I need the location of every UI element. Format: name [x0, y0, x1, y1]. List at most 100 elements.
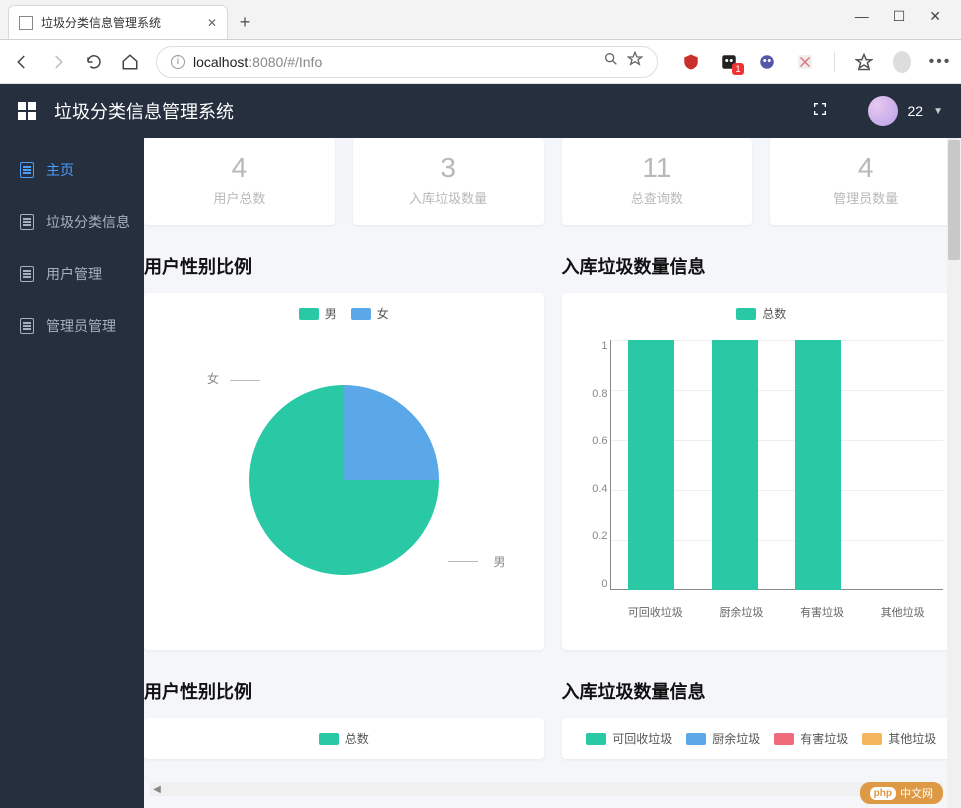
chart-legend: 总数 — [570, 305, 954, 322]
browser-tab-strip: 垃圾分类信息管理系统 ✕ + — ☐ ✕ — [0, 0, 961, 40]
window-close-icon[interactable]: ✕ — [929, 8, 941, 25]
window-controls: — ☐ ✕ — [855, 8, 961, 39]
document-icon — [20, 266, 34, 282]
legend-item[interactable]: 厨余垃圾 — [686, 730, 760, 747]
tab-title: 垃圾分类信息管理系统 — [41, 14, 161, 31]
chart-legend: 可回收垃圾 厨余垃圾 有害垃圾 其他垃圾 — [570, 730, 954, 747]
app-title: 垃圾分类信息管理系统 — [54, 98, 234, 124]
sidebar-item-user-mgmt[interactable]: 用户管理 — [0, 248, 144, 300]
site-info-icon[interactable]: i — [171, 55, 185, 69]
app-header: 垃圾分类信息管理系统 22 ▼ — [0, 84, 961, 138]
watermark-brand: php — [870, 787, 896, 800]
favorites-button[interactable] — [855, 53, 873, 71]
url-input[interactable]: i localhost:8080/#/Info — [156, 46, 658, 78]
url-text: localhost:8080/#/Info — [193, 54, 322, 70]
stats-row: 4 用户总数 3 入库垃圾数量 11 总查询数 4 管理员数量 — [144, 138, 961, 243]
tab-close-icon[interactable]: ✕ — [207, 16, 217, 30]
app-root: 垃圾分类信息管理系统 22 ▼ 主页 垃圾分类信息 用户管理 — [0, 84, 961, 808]
pie-slice-label: 女 — [207, 370, 219, 387]
document-icon — [20, 162, 34, 178]
sidebar-item-label: 主页 — [46, 160, 74, 180]
nav-back-button[interactable] — [12, 53, 32, 71]
chart-body: 总数 1 0.8 0.6 0.4 0.2 0 — [562, 293, 961, 650]
stat-card-admins: 4 管理员数量 — [770, 138, 961, 225]
bar — [712, 340, 758, 590]
chart-body: 可回收垃圾 厨余垃圾 有害垃圾 其他垃圾 — [562, 718, 961, 759]
stat-card-users: 4 用户总数 — [144, 138, 335, 225]
nav-home-button[interactable] — [120, 53, 140, 71]
legend-item[interactable]: 可回收垃圾 — [586, 730, 672, 747]
user-avatar-icon — [868, 96, 898, 126]
legend-item[interactable]: 其他垃圾 — [862, 730, 936, 747]
legend-item[interactable]: 有害垃圾 — [774, 730, 848, 747]
document-icon — [20, 318, 34, 334]
stat-label: 总查询数 — [562, 188, 753, 207]
main-content[interactable]: 4 用户总数 3 入库垃圾数量 11 总查询数 4 管理员数量 — [144, 138, 961, 808]
chart-body: 总数 — [144, 718, 544, 759]
menu-toggle-icon[interactable] — [18, 102, 36, 120]
stat-value: 3 — [353, 152, 544, 184]
chart-title: 用户性别比例 — [144, 253, 544, 279]
charts-row-2: 用户性别比例 总数 入库垃圾数量信息 可回收垃圾 厨余垃圾 — [144, 668, 961, 777]
sidebar: 主页 垃圾分类信息 用户管理 管理员管理 — [0, 138, 144, 808]
stat-label: 管理员数量 — [770, 188, 961, 207]
chart-title: 入库垃圾数量信息 — [562, 678, 961, 704]
favorite-icon[interactable] — [627, 51, 643, 72]
nav-forward-button[interactable] — [48, 53, 68, 71]
extension-icon[interactable] — [720, 53, 738, 71]
toolbar-divider — [834, 52, 835, 72]
window-minimize-icon[interactable]: — — [855, 8, 869, 25]
horizontal-scrollbar[interactable]: ◀ ▶ — [150, 782, 943, 796]
toolbar-extensions: ••• — [674, 52, 949, 72]
watermark: php 中文网 — [860, 782, 943, 804]
sidebar-item-admin-mgmt[interactable]: 管理员管理 — [0, 300, 144, 352]
stat-card-garbage: 3 入库垃圾数量 — [353, 138, 544, 225]
extension2-icon[interactable] — [758, 53, 776, 71]
chart-legend: 男 女 — [152, 305, 536, 322]
legend-item[interactable]: 男 — [299, 305, 337, 322]
chart-lower-left: 用户性别比例 总数 — [144, 668, 544, 759]
profile-button[interactable] — [893, 53, 911, 71]
bar — [795, 340, 841, 590]
stat-card-queries: 11 总查询数 — [562, 138, 753, 225]
window-maximize-icon[interactable]: ☐ — [893, 8, 906, 25]
chart-title: 用户性别比例 — [144, 678, 544, 704]
nav-refresh-button[interactable] — [84, 53, 104, 71]
legend-item[interactable]: 总数 — [319, 730, 369, 747]
bar — [628, 340, 674, 590]
user-name: 22 — [908, 103, 924, 119]
app-body: 主页 垃圾分类信息 用户管理 管理员管理 4 — [0, 138, 961, 808]
sidebar-item-label: 垃圾分类信息 — [46, 212, 130, 232]
charts-row-1: 用户性别比例 男 女 女 男 — [144, 243, 961, 668]
sidebar-item-label: 管理员管理 — [46, 316, 116, 336]
extension3-icon[interactable] — [796, 53, 814, 71]
stat-label: 入库垃圾数量 — [353, 188, 544, 207]
stat-value: 4 — [144, 152, 335, 184]
legend-item[interactable]: 总数 — [736, 305, 786, 322]
chart-legend: 总数 — [152, 730, 536, 747]
pie-slice-label: 男 — [493, 553, 505, 570]
tab-favicon — [19, 16, 33, 30]
browser-address-bar: i localhost:8080/#/Info ••• — [0, 40, 961, 84]
chart-title: 入库垃圾数量信息 — [562, 253, 961, 279]
reader-icon[interactable] — [603, 51, 619, 72]
stat-label: 用户总数 — [144, 188, 335, 207]
chart-lower-right: 入库垃圾数量信息 可回收垃圾 厨余垃圾 有害垃圾 其他垃圾 — [562, 668, 961, 759]
user-menu[interactable]: 22 ▼ — [868, 96, 943, 126]
more-menu-button[interactable]: ••• — [931, 53, 949, 71]
chart-gender-pie: 用户性别比例 男 女 女 男 — [144, 243, 544, 650]
fullscreen-icon[interactable] — [812, 101, 828, 122]
new-tab-button[interactable]: + — [228, 5, 262, 39]
chevron-down-icon: ▼ — [933, 106, 943, 117]
legend-item[interactable]: 女 — [351, 305, 389, 322]
sidebar-item-label: 用户管理 — [46, 264, 102, 284]
browser-tab[interactable]: 垃圾分类信息管理系统 ✕ — [8, 5, 228, 39]
watermark-text: 中文网 — [900, 785, 933, 801]
ublock-icon[interactable] — [682, 53, 700, 71]
document-icon — [20, 214, 34, 230]
sidebar-item-home[interactable]: 主页 — [0, 144, 144, 196]
x-axis: 可回收垃圾 厨余垃圾 有害垃圾 其他垃圾 — [610, 604, 944, 620]
stat-value: 4 — [770, 152, 961, 184]
chart-garbage-bar: 入库垃圾数量信息 总数 1 0.8 0.6 0.4 — [562, 243, 961, 650]
sidebar-item-garbage-info[interactable]: 垃圾分类信息 — [0, 196, 144, 248]
